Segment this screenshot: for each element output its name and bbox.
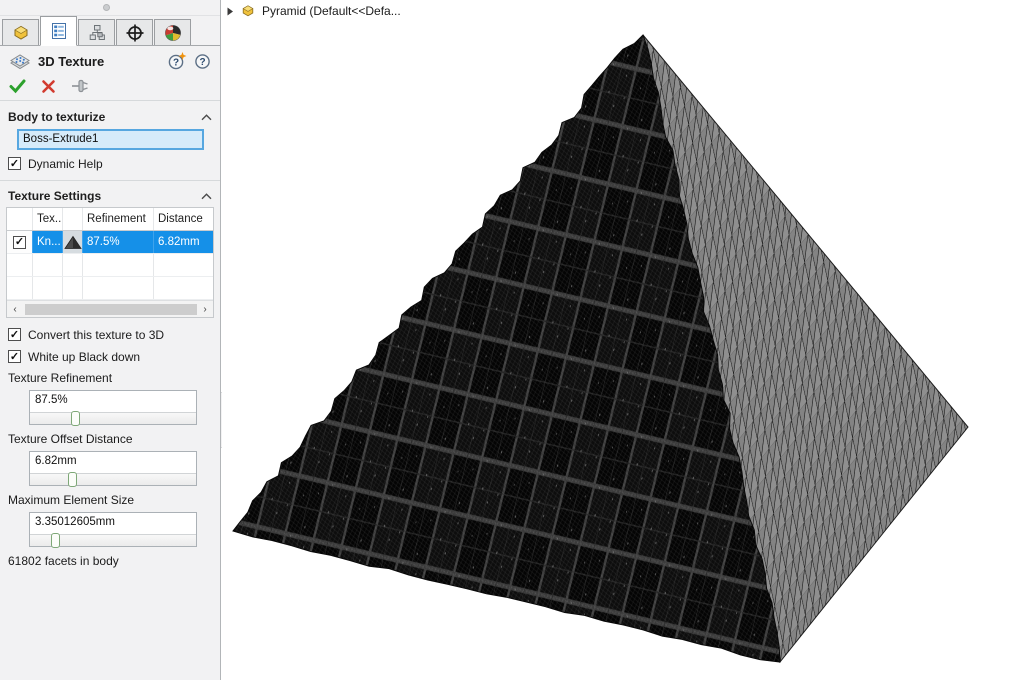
distance-cell: 6.82mm bbox=[154, 231, 213, 253]
texture-offset-distance-value[interactable]: 6.82mm bbox=[30, 452, 196, 475]
tab-dimxpert[interactable] bbox=[116, 19, 153, 45]
header-cell-distance: Distance bbox=[154, 208, 213, 230]
tree-item-label: Pyramid (Default<<Defa... bbox=[262, 4, 401, 18]
scroll-right-icon[interactable]: › bbox=[197, 304, 213, 315]
header-cell-thumb bbox=[63, 208, 83, 230]
slider-track[interactable] bbox=[30, 534, 196, 546]
convert-texture-row[interactable]: ✓ Convert this texture to 3D bbox=[8, 327, 164, 342]
texture-refinement-value[interactable]: 87.5% bbox=[30, 391, 196, 414]
dynamic-help-checkbox[interactable]: ✓ bbox=[8, 157, 21, 170]
help-icon[interactable]: ? bbox=[194, 53, 211, 70]
pin-icon[interactable] bbox=[71, 78, 89, 94]
appearance-icon bbox=[163, 23, 183, 43]
header-cell-refinement: Refinement bbox=[83, 208, 154, 230]
facets-count-text: 61802 facets in body bbox=[8, 554, 119, 568]
scrollbar-thumb[interactable] bbox=[25, 304, 197, 315]
texture-offset-distance-control[interactable]: 6.82mm bbox=[29, 451, 197, 486]
white-up-black-down-checkbox[interactable]: ✓ bbox=[8, 350, 21, 363]
collapse-chevron-icon[interactable] bbox=[201, 193, 212, 200]
ok-check-icon[interactable] bbox=[9, 78, 26, 94]
convert-texture-checkbox[interactable]: ✓ bbox=[8, 328, 21, 341]
maximum-element-size-label: Maximum Element Size bbox=[8, 493, 134, 507]
cancel-x-icon[interactable] bbox=[41, 79, 56, 94]
texture-row-checkbox[interactable]: ✓ bbox=[13, 236, 26, 249]
feature-tree-root-item[interactable]: Pyramid (Default<<Defa... bbox=[227, 3, 401, 19]
divider bbox=[0, 100, 220, 101]
svg-text:?: ? bbox=[199, 57, 205, 68]
slider-thumb[interactable] bbox=[71, 411, 80, 426]
part-icon bbox=[240, 3, 256, 19]
dynamic-help-row[interactable]: ✓ Dynamic Help bbox=[8, 156, 103, 171]
solidworks-window: 3D Texture ? ? bbox=[0, 0, 1024, 680]
tab-property-manager[interactable] bbox=[40, 16, 77, 46]
pyramid-3d-model[interactable] bbox=[222, 0, 1024, 680]
help-whats-new-icon[interactable]: ? bbox=[168, 52, 187, 70]
table-row-empty bbox=[7, 254, 213, 277]
slider-track[interactable] bbox=[30, 412, 196, 424]
property-manager-actions bbox=[9, 76, 89, 96]
white-up-black-down-row[interactable]: ✓ White up Black down bbox=[8, 349, 140, 364]
dynamic-help-label: Dynamic Help bbox=[28, 157, 103, 171]
svg-text:?: ? bbox=[173, 58, 179, 69]
maximum-element-size-control[interactable]: 3.35012605mm bbox=[29, 512, 197, 547]
group-title: Body to texturize bbox=[8, 110, 105, 124]
panel-resize-grip[interactable] bbox=[103, 4, 110, 11]
table-row-empty bbox=[7, 277, 213, 300]
slider-thumb[interactable] bbox=[51, 533, 60, 548]
texture-table-header: Tex... Refinement Distance bbox=[7, 208, 213, 231]
scroll-left-icon[interactable]: ‹ bbox=[7, 304, 23, 315]
refinement-cell: 87.5% bbox=[83, 231, 154, 253]
dimxpert-icon bbox=[125, 23, 145, 43]
part-icon bbox=[11, 23, 31, 43]
texture-refinement-control[interactable]: 87.5% bbox=[29, 390, 197, 425]
page-title: 3D Texture bbox=[38, 54, 104, 69]
slider-thumb[interactable] bbox=[68, 472, 77, 487]
tab-featuremanager[interactable] bbox=[2, 19, 39, 45]
texture-refinement-label: Texture Refinement bbox=[8, 371, 112, 385]
body-to-texturize-group-header: Body to texturize bbox=[8, 109, 212, 125]
white-up-black-down-label: White up Black down bbox=[28, 350, 140, 364]
tab-appearances[interactable] bbox=[154, 19, 191, 45]
tab-configurations[interactable] bbox=[78, 19, 115, 45]
divider bbox=[0, 180, 220, 181]
texture-offset-distance-label: Texture Offset Distance bbox=[8, 432, 133, 446]
property-manager-header: 3D Texture ? ? bbox=[9, 50, 211, 72]
texture-pyramid-thumbnail bbox=[63, 231, 83, 253]
convert-texture-label: Convert this texture to 3D bbox=[28, 328, 164, 342]
expand-arrow-icon[interactable] bbox=[227, 7, 234, 16]
table-horizontal-scrollbar[interactable]: ‹ › bbox=[7, 300, 213, 317]
body-selection-field[interactable]: Boss-Extrude1 bbox=[17, 129, 204, 150]
property-manager-panel: 3D Texture ? ? bbox=[0, 0, 221, 680]
slider-track[interactable] bbox=[30, 473, 196, 485]
3d-texture-icon bbox=[9, 52, 31, 70]
graphics-viewport[interactable]: Pyramid (Default<<Defa... bbox=[222, 0, 1024, 680]
header-cell-texture: Tex... bbox=[33, 208, 63, 230]
collapse-chevron-icon[interactable] bbox=[201, 114, 212, 121]
texture-table: Tex... Refinement Distance ✓ Kn... 87.5%… bbox=[6, 207, 214, 318]
texture-settings-group-header: Texture Settings bbox=[8, 188, 212, 204]
header-cell-check bbox=[7, 208, 33, 230]
group-title: Texture Settings bbox=[8, 189, 101, 203]
table-row[interactable]: ✓ Kn... 87.5% 6.82mm bbox=[7, 231, 213, 254]
panel-tab-bar bbox=[0, 16, 220, 46]
property-manager-icon bbox=[49, 21, 69, 41]
configuration-icon bbox=[87, 23, 107, 43]
panel-top-strip bbox=[0, 0, 220, 16]
texture-name-cell: Kn... bbox=[33, 231, 63, 253]
